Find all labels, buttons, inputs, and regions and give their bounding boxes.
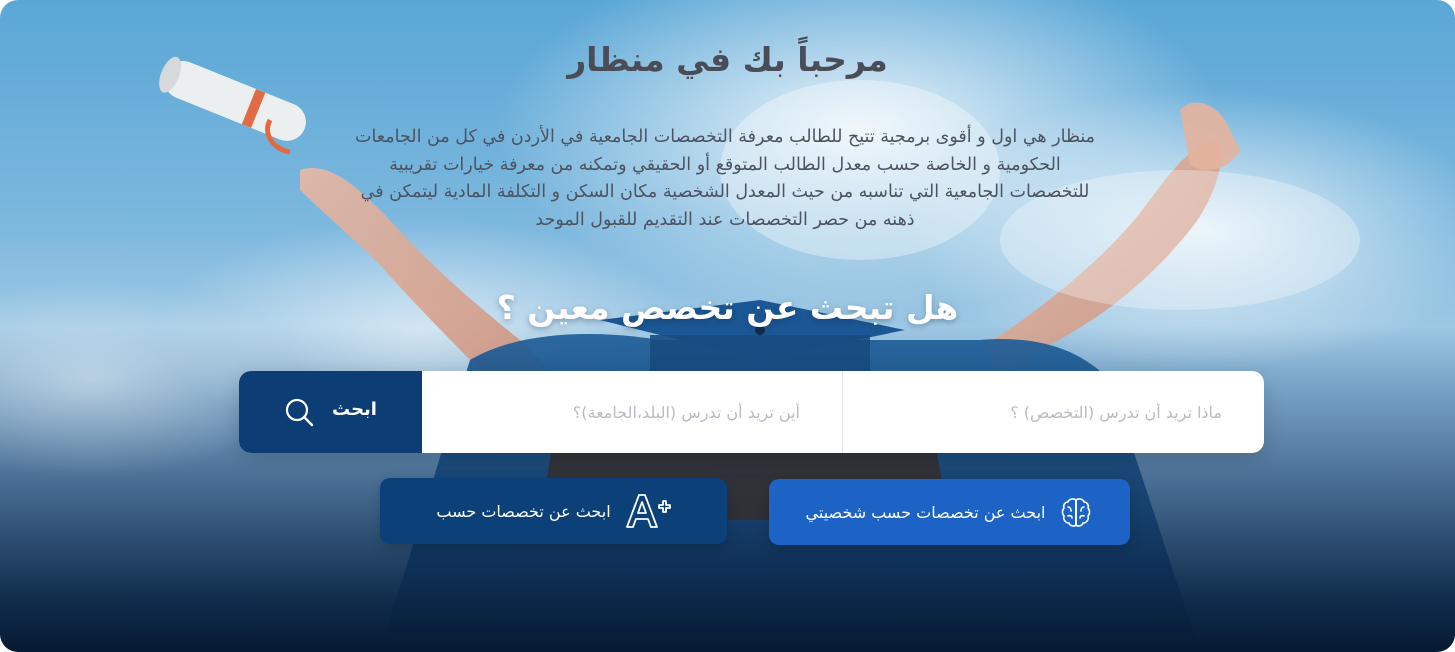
search-by-personality-button[interactable]: ابحث عن تخصصات حسب شخصيتي	[769, 479, 1130, 545]
grade-a-plus-icon	[625, 493, 671, 529]
brain-icon	[1059, 495, 1093, 529]
intro-line: منظار هي اول و أقوى برمجية تتيح للطالب م…	[355, 127, 1095, 147]
search-button[interactable]: ابحث	[239, 371, 422, 453]
major-field	[843, 371, 1264, 453]
page-title: مرحباً بك في منظار	[567, 40, 888, 79]
search-by-personality-label: ابحث عن تخصصات حسب شخصيتي	[805, 502, 1046, 522]
search-by-grade-label: ابحث عن تخصصات حسب	[436, 501, 611, 521]
search-button-label: ابحث	[332, 398, 377, 420]
hero-section: مرحباً بك في منظار منظار هي اول و أقوى ب…	[0, 0, 1455, 652]
search-bar: ابحث	[239, 371, 1264, 453]
search-by-grade-button[interactable]: ابحث عن تخصصات حسب	[380, 478, 727, 544]
intro-paragraph: منظار هي اول و أقوى برمجية تتيح للطالب م…	[300, 124, 1150, 234]
major-input[interactable]	[883, 401, 1224, 423]
location-input[interactable]	[462, 401, 802, 423]
intro-line: الحكومية و الخاصة حسب معدل الطالب المتوق…	[389, 154, 1061, 175]
intro-line: ذهنه من حصر التخصصات عند التقديم للقبول …	[535, 209, 915, 230]
search-question-heading: هل تبحث عن تخصص معين ؟	[496, 288, 959, 327]
intro-line: للتخصصات الجامعية التي تناسبه من حيث الم…	[360, 182, 1090, 202]
search-icon	[284, 397, 314, 427]
location-field	[422, 371, 843, 453]
